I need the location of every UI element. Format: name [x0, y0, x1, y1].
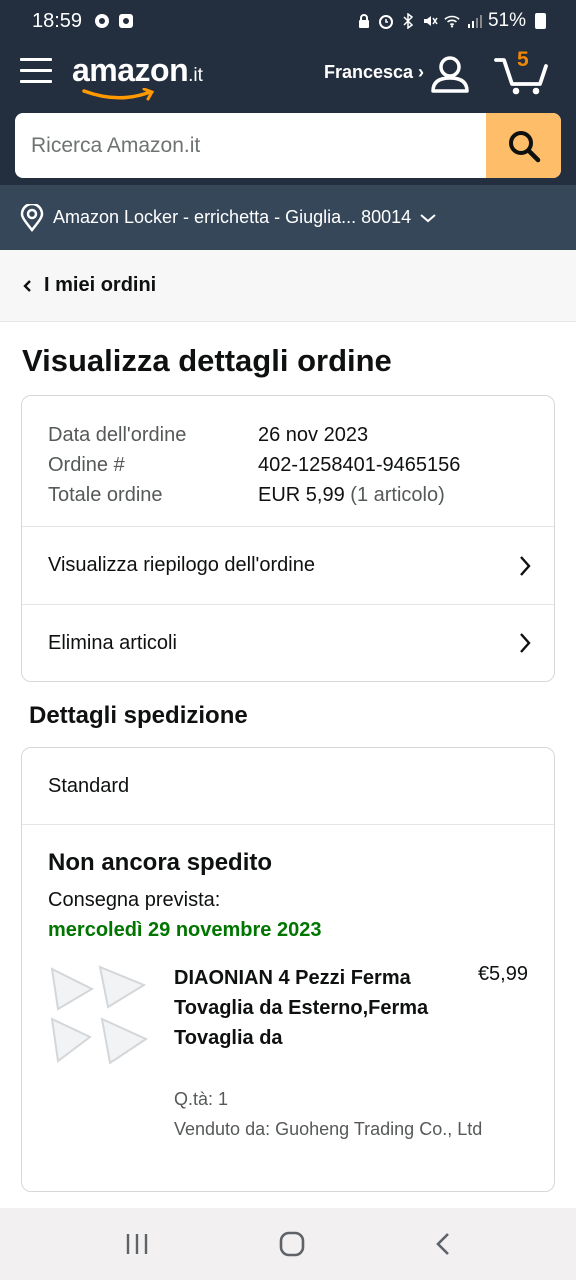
cart-count-badge: 5 [517, 48, 529, 71]
app-notification-icon [119, 14, 134, 28]
order-number-value: 402-1258401-9465156 [258, 454, 461, 476]
signal-icon [467, 15, 482, 28]
home-icon[interactable] [278, 1230, 306, 1258]
mute-icon [423, 16, 438, 26]
shipment-status: Non ancora spedito [48, 849, 273, 876]
order-date-value: 26 nov 2023 [258, 424, 369, 446]
product-seller: Venduto da: Guoheng Trading Co., Ltd [174, 1119, 483, 1139]
logo-text: amazon [72, 52, 189, 88]
order-item-count: (1 articolo) [350, 484, 445, 506]
system-navigation-bar [0, 1208, 576, 1280]
delivery-estimate-label: Consegna prevista: [48, 889, 221, 911]
shipping-details-card: Standard Non ancora spedito Consegna pre… [21, 747, 555, 1192]
search-icon [508, 130, 540, 162]
chrome-icon [95, 14, 110, 28]
order-item: DIAONIAN 4 Pezzi Ferma Tovaglia da Ester… [48, 963, 528, 1163]
battery-icon [535, 13, 546, 29]
order-summary-info: Data dell'ordine 26 nov 2023 Ordine # 40… [22, 396, 554, 527]
app-header: amazon.it Francesca › 5 [0, 42, 576, 185]
chevron-left-icon [23, 279, 31, 292]
search-input[interactable] [15, 113, 485, 178]
back-icon[interactable] [434, 1231, 452, 1257]
order-total-row: Totale ordine EUR 5,99 (1 articolo) [48, 480, 528, 510]
delivery-date: mercoledì 29 novembre 2023 [48, 919, 322, 941]
wifi-icon [444, 15, 460, 28]
shipment-body: Non ancora spedito Consegna prevista: me… [22, 825, 554, 1163]
delivery-location-bar[interactable]: Amazon Locker - errichetta - Giuglia... … [0, 185, 576, 250]
order-total-value: EUR 5,99 [258, 484, 345, 506]
view-order-summary-link[interactable]: Visualizza riepilogo dell'ordine [22, 527, 554, 604]
order-total-label: Totale ordine [48, 484, 163, 506]
page-title: Visualizza dettagli ordine [22, 343, 392, 378]
status-time: 18:59 [32, 9, 83, 32]
order-number-label: Ordine # [48, 454, 125, 476]
order-date-row: Data dell'ordine 26 nov 2023 [48, 420, 528, 450]
logo-smile-icon [82, 88, 155, 101]
order-date-label: Data dell'ordine [48, 424, 187, 446]
product-title-link[interactable]: DIAONIAN 4 Pezzi Ferma Tovaglia da Ester… [174, 963, 444, 1053]
back-to-orders-link[interactable]: I miei ordini [0, 250, 576, 322]
delete-items-link[interactable]: Elimina articoli [22, 604, 554, 681]
product-image[interactable] [48, 963, 152, 1073]
lock-icon [358, 14, 369, 28]
bluetooth-icon [403, 13, 414, 29]
recent-apps-icon[interactable] [124, 1232, 150, 1256]
search-button[interactable] [486, 113, 561, 178]
shipping-method: Standard [22, 748, 554, 825]
order-number-row: Ordine # 402-1258401-9465156 [48, 450, 528, 480]
account-link[interactable]: Francesca › [324, 62, 424, 83]
view-order-summary-label: Visualizza riepilogo dell'ordine [48, 554, 315, 576]
user-icon[interactable] [430, 54, 470, 94]
amazon-logo[interactable]: amazon.it [72, 52, 203, 101]
delete-items-label: Elimina articoli [48, 631, 177, 654]
location-text: Amazon Locker - errichetta - Giuglia... … [53, 207, 412, 227]
chevron-right-icon [520, 555, 531, 576]
logo-tld: .it [188, 65, 203, 86]
battery-percent: 51% [487, 10, 526, 31]
chevron-right-icon [520, 633, 531, 653]
alarm-icon [378, 15, 393, 29]
location-pin-icon [20, 203, 44, 232]
status-bar: 18:59 51% [0, 0, 576, 42]
order-info-card: Data dell'ordine 26 nov 2023 Ordine # 40… [21, 395, 555, 682]
hamburger-menu-icon[interactable] [20, 58, 52, 88]
product-price: €5,99 [477, 963, 528, 985]
chevron-down-icon [420, 213, 436, 222]
back-nav-label: I miei ordini [44, 274, 157, 296]
product-quantity: Q.tà: 1 [174, 1089, 229, 1109]
shipping-section-title: Dettagli spedizione [29, 702, 248, 729]
search-bar [15, 113, 561, 178]
